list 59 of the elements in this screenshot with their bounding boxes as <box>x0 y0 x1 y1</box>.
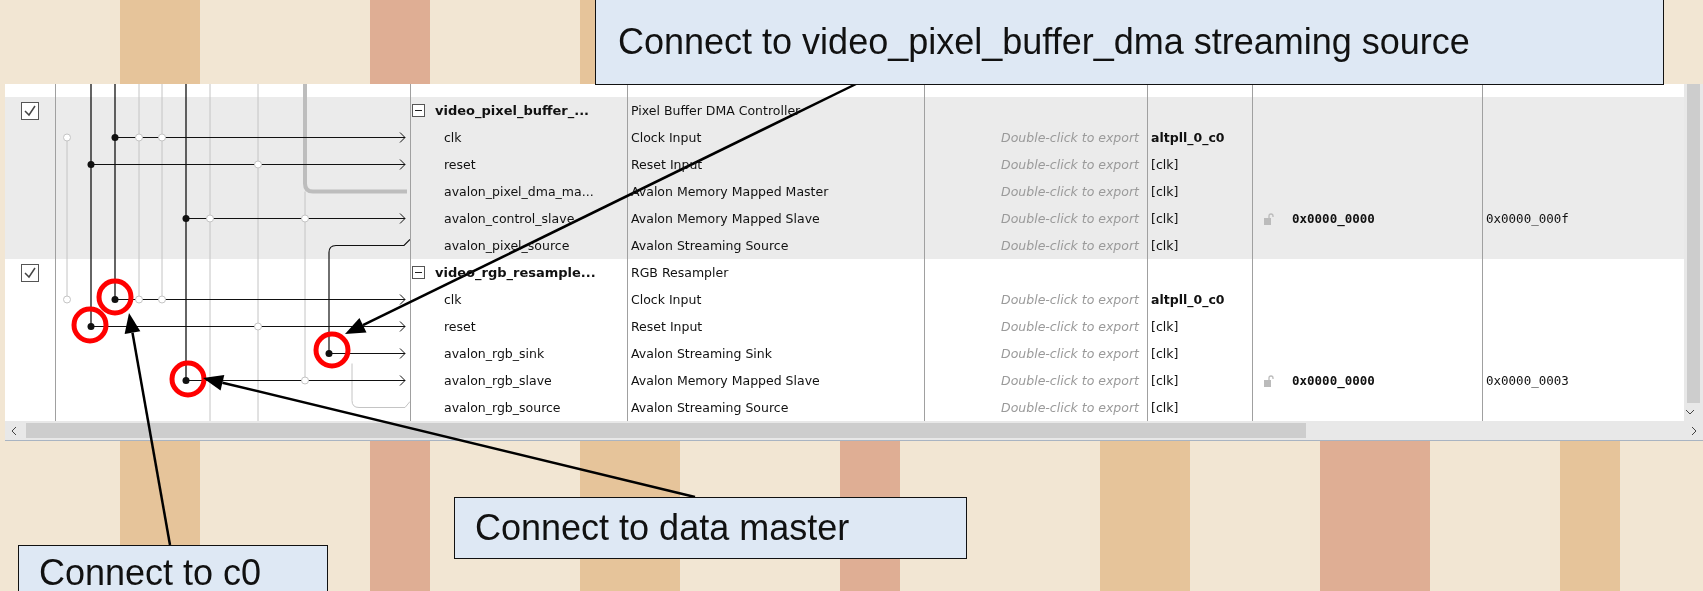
interface-name: avalon_rgb_sink <box>444 346 545 361</box>
export-hint[interactable]: Double-click to export <box>1001 319 1139 334</box>
clock-source: [clk] <box>1151 211 1179 226</box>
end-address: 0x0000_000f <box>1486 211 1569 226</box>
export-hint[interactable]: Double-click to export <box>1001 373 1139 388</box>
interface-description: Clock Input <box>631 292 702 307</box>
interface-description: Reset Input <box>631 319 703 334</box>
export-hint[interactable]: Double-click to export <box>1001 346 1139 361</box>
interface-name: reset <box>444 157 476 172</box>
highlight-circle <box>169 360 207 398</box>
clock-source: [clk] <box>1151 319 1179 334</box>
interface-description: Avalon Streaming Sink <box>631 346 772 361</box>
collapse-icon[interactable] <box>412 266 425 279</box>
callout-box: Connect to c0 <box>18 545 328 591</box>
clock-source: [clk] <box>1151 238 1179 253</box>
chevron-left-icon[interactable] <box>9 425 19 436</box>
checkbox[interactable] <box>21 263 39 282</box>
export-hint[interactable]: Double-click to export <box>1001 238 1139 253</box>
interface-description: Avalon Streaming Source <box>631 238 789 253</box>
component-description: RGB Resampler <box>631 265 729 280</box>
export-hint[interactable]: Double-click to export <box>1001 130 1139 145</box>
chevron-down-icon[interactable] <box>1685 407 1695 417</box>
base-address: 0x0000_0000 <box>1292 211 1375 226</box>
interface-description: Clock Input <box>631 130 702 145</box>
callout-box: Connect to data master <box>454 497 967 559</box>
highlight-circle <box>71 306 109 344</box>
clock-source: [clk] <box>1151 400 1179 415</box>
export-hint[interactable]: Double-click to export <box>1001 184 1139 199</box>
chevron-right-icon[interactable] <box>1689 425 1699 436</box>
component-name: video_pixel_buffer_... <box>435 103 590 118</box>
clock-source: [clk] <box>1151 184 1179 199</box>
export-hint[interactable]: Double-click to export <box>1001 400 1139 415</box>
highlight-circle <box>96 278 134 316</box>
clock-source: altpll_0_c0 <box>1151 130 1225 145</box>
interface-description: Avalon Memory Mapped Slave <box>631 373 820 388</box>
interface-name: avalon_rgb_slave <box>444 373 552 388</box>
interface-name: avalon_pixel_dma_ma... <box>444 184 594 199</box>
interface-name: avalon_rgb_source <box>444 400 561 415</box>
checkbox[interactable] <box>21 101 39 120</box>
clock-source: [clk] <box>1151 346 1179 361</box>
interface-name: avalon_control_slave <box>444 211 575 226</box>
end-address: 0x0000_0003 <box>1486 373 1569 388</box>
base-address: 0x0000_0000 <box>1292 373 1375 388</box>
interface-description: Avalon Memory Mapped Slave <box>631 211 820 226</box>
highlight-circle <box>313 331 351 369</box>
export-hint[interactable]: Double-click to export <box>1001 157 1139 172</box>
vertical-scrollbar[interactable] <box>1684 84 1703 421</box>
interface-name: reset <box>444 319 476 334</box>
interface-name: clk <box>444 130 462 145</box>
export-hint[interactable]: Double-click to export <box>1001 211 1139 226</box>
callout-box: Connect to video_pixel_buffer_dma streaming source <box>595 0 1664 85</box>
interface-description: Avalon Streaming Source <box>631 400 789 415</box>
collapse-icon[interactable] <box>412 104 425 117</box>
clock-source: [clk] <box>1151 157 1179 172</box>
clock-source: [clk] <box>1151 373 1179 388</box>
export-hint[interactable]: Double-click to export <box>1001 292 1139 307</box>
clock-source: altpll_0_c0 <box>1151 292 1225 307</box>
component-description: Pixel Buffer DMA Controller <box>631 103 801 118</box>
interface-name: clk <box>444 292 462 307</box>
